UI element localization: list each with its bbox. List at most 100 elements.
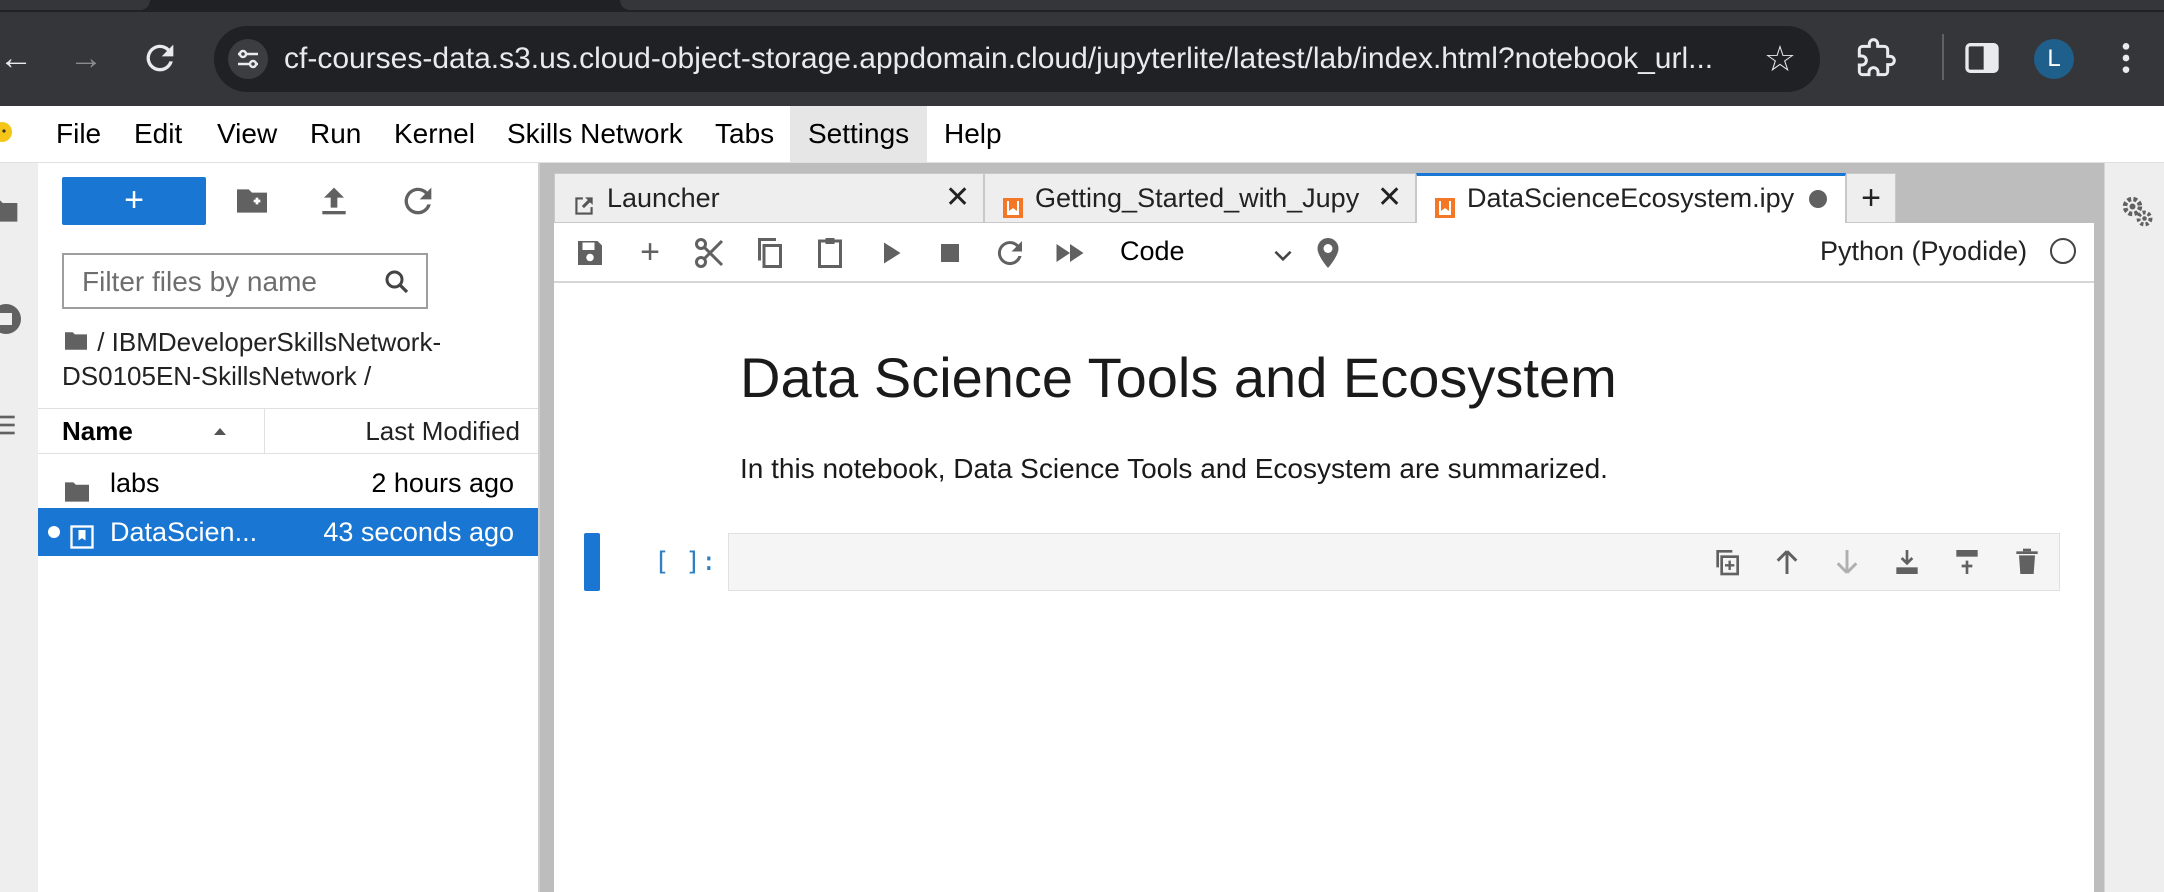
notebook-icon: [68, 518, 96, 549]
insert-below-icon[interactable]: [1951, 546, 1983, 578]
new-folder-icon[interactable]: [232, 181, 272, 221]
folder-icon[interactable]: [62, 326, 90, 350]
upload-icon[interactable]: [314, 181, 354, 221]
add-cell-icon[interactable]: +: [632, 235, 668, 271]
file-filter: [62, 253, 428, 309]
filter-files-input[interactable]: [64, 255, 384, 309]
menu-settings[interactable]: Settings: [790, 106, 928, 162]
tab-label: DataScienceEcosystem.ipy: [1467, 183, 1795, 213]
file-browser: + / IBMDeveloperSkillsNetwork-DS0105EN-S…: [38, 163, 540, 892]
duplicate-cell-icon[interactable]: [1711, 546, 1743, 578]
running-indicator: [48, 526, 60, 538]
forward-icon[interactable]: →: [66, 38, 106, 78]
jupyter-logo-icon: [0, 120, 14, 148]
paste-icon[interactable]: [812, 235, 848, 271]
file-name: DataScien...: [110, 517, 258, 547]
menu-view[interactable]: View: [199, 106, 295, 162]
menu-edit[interactable]: Edit: [116, 106, 200, 162]
tab-label: Getting_Started_with_Jupy: [1035, 183, 1360, 213]
extensions-icon[interactable]: [1856, 38, 1896, 78]
fast-forward-icon[interactable]: [1052, 235, 1088, 271]
launcher-icon: [571, 186, 597, 215]
new-launcher-button[interactable]: +: [62, 177, 206, 225]
breadcrumb: / IBMDeveloperSkillsNetwork-DS0105EN-Ski…: [62, 325, 502, 393]
menu-skills-network[interactable]: Skills Network: [489, 106, 701, 162]
active-cell-indicator[interactable]: [584, 533, 600, 591]
file-modified: 2 hours ago: [371, 468, 514, 498]
file-row-labs[interactable]: labs 2 hours ago: [38, 459, 538, 507]
url-text[interactable]: cf-courses-data.s3.us.cloud-object-stora…: [284, 26, 1713, 92]
running-sessions-icon[interactable]: [0, 301, 24, 337]
move-up-icon[interactable]: [1771, 546, 1803, 578]
move-down-icon[interactable]: [1831, 546, 1863, 578]
tab-getting-started[interactable]: Getting_Started_with_Jupy ✕: [984, 173, 1416, 223]
kernel-status-icon: [2050, 238, 2076, 264]
stop-icon[interactable]: [932, 235, 968, 271]
browser-tabstrip: [0, 0, 2164, 12]
bookmark-star-icon[interactable]: ☆: [1750, 26, 1810, 92]
column-divider: [264, 409, 265, 453]
menu-file[interactable]: File: [38, 106, 119, 162]
property-inspector-gears-icon[interactable]: [2119, 193, 2155, 229]
toolbar-divider: [1942, 34, 1944, 80]
notebook-icon: [1001, 187, 1025, 218]
chrome-menu-icon[interactable]: [2106, 38, 2146, 78]
notebook-heading: Data Science Tools and Ecosystem: [740, 346, 1617, 409]
menu-run[interactable]: Run: [292, 106, 379, 162]
browser-tab[interactable]: [620, 0, 2164, 10]
cell-prompt: [ ]:: [654, 547, 717, 577]
notebook-icon: [1433, 187, 1457, 218]
document-tab-bar: Launcher ✕ Getting_Started_with_Jupy ✕ D…: [554, 173, 2094, 223]
insert-above-icon[interactable]: [1891, 546, 1923, 578]
site-settings-icon[interactable]: [228, 39, 268, 79]
tab-label: Launcher: [607, 183, 720, 213]
side-panel-icon[interactable]: [1962, 38, 2002, 78]
file-row-notebook[interactable]: DataScien... 43 seconds ago: [38, 508, 538, 556]
reload-icon[interactable]: [140, 38, 180, 78]
cell-type-value: Code: [1120, 236, 1185, 266]
notebook-panel: Data Science Tools and Ecosystem In this…: [554, 283, 2094, 892]
folder-icon: [62, 471, 92, 502]
table-of-contents-icon[interactable]: [0, 409, 20, 441]
browser-tab[interactable]: [0, 0, 150, 10]
breadcrumb-path[interactable]: / IBMDeveloperSkillsNetwork-DS0105EN-Ski…: [62, 327, 441, 391]
unsaved-indicator-icon[interactable]: [1809, 190, 1827, 208]
tab-launcher[interactable]: Launcher ✕: [554, 173, 984, 223]
address-bar[interactable]: cf-courses-data.s3.us.cloud-object-stora…: [214, 26, 1820, 92]
file-name: labs: [110, 468, 160, 498]
menu-help[interactable]: Help: [926, 106, 1020, 162]
left-activity-bar: [0, 163, 39, 892]
cell-type-select[interactable]: Code: [1120, 229, 1300, 273]
pin-location-icon[interactable]: [1310, 235, 1346, 271]
delete-cell-icon[interactable]: [2011, 546, 2043, 578]
add-tab-button[interactable]: +: [1846, 173, 1896, 223]
profile-avatar[interactable]: L: [2034, 39, 2074, 79]
file-list-header: Name Last Modified: [38, 408, 538, 454]
right-activity-bar: [2104, 163, 2164, 892]
run-icon[interactable]: [872, 235, 908, 271]
refresh-icon[interactable]: [398, 181, 438, 221]
search-icon: [382, 267, 412, 297]
menu-tabs[interactable]: Tabs: [697, 106, 792, 162]
chevron-down-icon: [1270, 237, 1296, 263]
sort-ascending-icon[interactable]: [210, 421, 230, 441]
tab-datascience-ecosystem[interactable]: DataScienceEcosystem.ipy: [1416, 173, 1846, 223]
save-icon[interactable]: [572, 235, 608, 271]
browser-chrome: ← → cf-courses-data.s3.us.cloud-object-s…: [0, 0, 2164, 106]
notebook-toolbar: + Code Python (Pyodide): [554, 223, 2094, 283]
column-last-modified[interactable]: Last Modified: [365, 409, 520, 453]
close-icon[interactable]: ✕: [1377, 174, 1402, 222]
notebook-markdown-text: In this notebook, Data Science Tools and…: [740, 453, 1608, 484]
close-icon[interactable]: ✕: [945, 174, 970, 222]
file-modified: 43 seconds ago: [323, 517, 514, 547]
copy-icon[interactable]: [752, 235, 788, 271]
cut-icon[interactable]: [692, 235, 728, 271]
menu-bar: File Edit View Run Kernel Skills Network…: [0, 106, 2164, 163]
folder-icon[interactable]: [0, 197, 20, 225]
menu-kernel[interactable]: Kernel: [376, 106, 493, 162]
column-name[interactable]: Name: [62, 409, 133, 453]
back-icon[interactable]: ←: [0, 38, 36, 78]
kernel-name[interactable]: Python (Pyodide): [1820, 229, 2027, 273]
code-cell-input[interactable]: [728, 533, 2060, 591]
restart-icon[interactable]: [992, 235, 1028, 271]
